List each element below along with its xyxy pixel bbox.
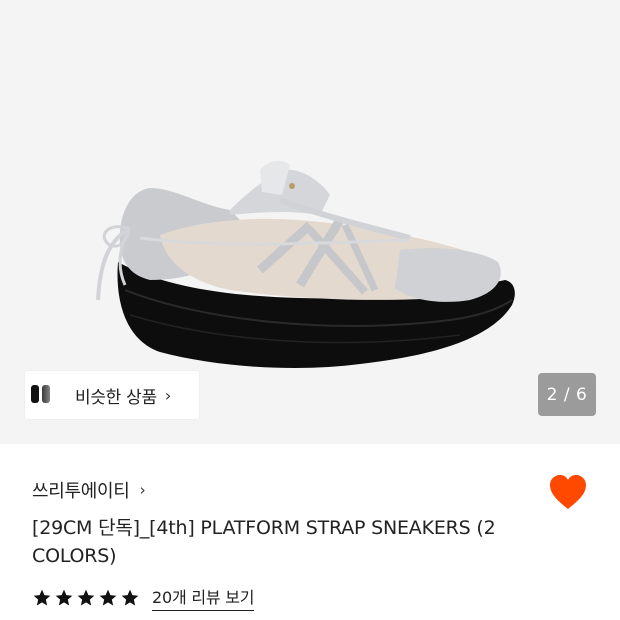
heart-icon[interactable] [548, 474, 588, 512]
star-icon [55, 589, 73, 605]
product-image-carousel[interactable]: 비슷한 상품 › 2 / 6 [0, 0, 620, 444]
similar-products-thumbnail [25, 371, 61, 419]
review-link[interactable]: 20개 리뷰 보기 [152, 584, 255, 611]
product-title: [29CM 단독]_[4th] PLATFORM STRAP SNEAKERS … [32, 517, 496, 567]
image-pager: 2 / 6 [538, 373, 596, 416]
chevron-right-icon: › [139, 481, 146, 499]
similar-products-button[interactable]: 비슷한 상품 › [25, 371, 199, 419]
star-rating [32, 588, 140, 608]
chevron-right-icon: › [164, 385, 172, 405]
brand-link[interactable]: 쓰리투에이티 › [32, 477, 146, 503]
star-icon [33, 589, 51, 605]
star-icon [121, 589, 139, 605]
rating-row: 20개 리뷰 보기 [32, 584, 255, 611]
similar-products-label: 비슷한 상품 [75, 387, 157, 408]
star-icon [77, 589, 95, 605]
brand-name: 쓰리투에이티 [32, 481, 130, 502]
product-info: 쓰리투에이티 › [29CM 단독]_[4th] PLATFORM STRAP … [0, 444, 620, 620]
star-icon [99, 589, 117, 605]
